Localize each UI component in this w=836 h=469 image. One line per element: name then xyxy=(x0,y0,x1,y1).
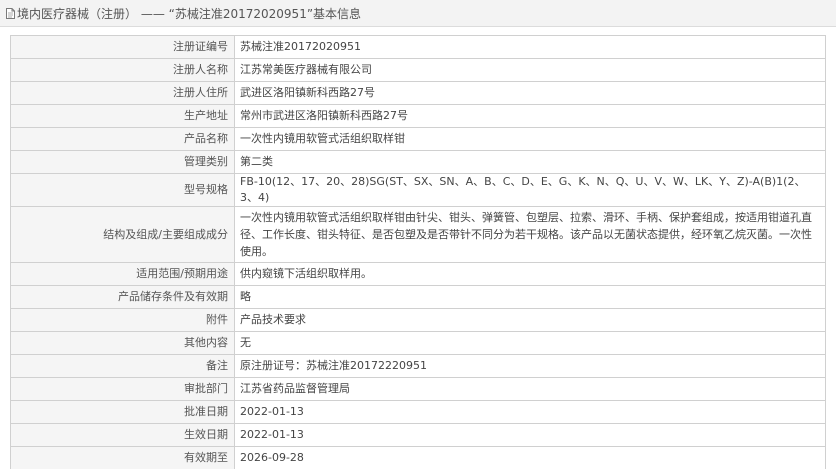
table-row: 生效日期 2022-01-13 xyxy=(10,423,826,447)
row-label: 有效期至 xyxy=(10,446,235,469)
row-value: 产品技术要求 xyxy=(234,308,826,332)
table-row: 管理类别 第二类 xyxy=(10,150,826,174)
row-value: 2022-01-13 xyxy=(234,400,826,424)
row-value: 江苏常美医疗器械有限公司 xyxy=(234,58,826,82)
table-row: 审批部门 江苏省药品监督管理局 xyxy=(10,377,826,401)
row-label: 生效日期 xyxy=(10,423,235,447)
row-label: 注册人名称 xyxy=(10,58,235,82)
row-value: 一次性内镜用软管式活组织取样钳 xyxy=(234,127,826,151)
row-value: 第二类 xyxy=(234,150,826,174)
row-label: 注册人住所 xyxy=(10,81,235,105)
table-row: 注册证编号 苏械注准20172020951 xyxy=(10,35,826,59)
row-value: 常州市武进区洛阳镇新科西路27号 xyxy=(234,104,826,128)
table-row: 型号规格 FB-10(12、17、20、28)SG(ST、SX、SN、A、B、C… xyxy=(10,173,826,207)
table-row: 适用范围/预期用途 供内窥镜下活组织取样用。 xyxy=(10,262,826,286)
page-title: 境内医疗器械（注册） —— “苏械注准20172020951”基本信息 xyxy=(17,6,362,21)
row-value: 2026-09-28 xyxy=(234,446,826,469)
table-row: 其他内容 无 xyxy=(10,331,826,355)
row-label: 产品储存条件及有效期 xyxy=(10,285,235,309)
row-label: 注册证编号 xyxy=(10,35,235,59)
row-value: FB-10(12、17、20、28)SG(ST、SX、SN、A、B、C、D、E、… xyxy=(234,173,826,207)
row-value: 苏械注准20172020951 xyxy=(234,35,826,59)
row-label: 生产地址 xyxy=(10,104,235,128)
row-value: 2022-01-13 xyxy=(234,423,826,447)
table-row: 结构及组成/主要组成成分 一次性内镜用软管式活组织取样钳由针尖、钳头、弹簧管、包… xyxy=(10,206,826,263)
table-row: 批准日期 2022-01-13 xyxy=(10,400,826,424)
table-row: 产品名称 一次性内镜用软管式活组织取样钳 xyxy=(10,127,826,151)
table-row: 注册人住所 武进区洛阳镇新科西路27号 xyxy=(10,81,826,105)
table-row: 生产地址 常州市武进区洛阳镇新科西路27号 xyxy=(10,104,826,128)
table-row: 备注 原注册证号：苏械注准20172220951 xyxy=(10,354,826,378)
detail-table: 注册证编号 苏械注准20172020951 注册人名称 江苏常美医疗器械有限公司… xyxy=(10,35,826,469)
row-value: 供内窥镜下活组织取样用。 xyxy=(234,262,826,286)
row-label: 批准日期 xyxy=(10,400,235,424)
row-value: 武进区洛阳镇新科西路27号 xyxy=(234,81,826,105)
table-row: 注册人名称 江苏常美医疗器械有限公司 xyxy=(10,58,826,82)
row-value: 无 xyxy=(234,331,826,355)
table-row: 有效期至 2026-09-28 xyxy=(10,446,826,469)
row-label: 产品名称 xyxy=(10,127,235,151)
row-label: 其他内容 xyxy=(10,331,235,355)
row-label: 适用范围/预期用途 xyxy=(10,262,235,286)
row-label: 管理类别 xyxy=(10,150,235,174)
detail-table-container: 注册证编号 苏械注准20172020951 注册人名称 江苏常美医疗器械有限公司… xyxy=(10,35,826,469)
row-value: 原注册证号：苏械注准20172220951 xyxy=(234,354,826,378)
row-value: 江苏省药品监督管理局 xyxy=(234,377,826,401)
row-label: 型号规格 xyxy=(10,173,235,207)
row-label: 审批部门 xyxy=(10,377,235,401)
row-label: 结构及组成/主要组成成分 xyxy=(10,206,235,263)
row-label: 备注 xyxy=(10,354,235,378)
table-row: 附件 产品技术要求 xyxy=(10,308,826,332)
row-value: 一次性内镜用软管式活组织取样钳由针尖、钳头、弹簧管、包塑层、拉索、滑环、手柄、保… xyxy=(234,206,826,263)
page-header: 境内医疗器械（注册） —— “苏械注准20172020951”基本信息 xyxy=(0,0,836,27)
row-label: 附件 xyxy=(10,308,235,332)
row-value: 略 xyxy=(234,285,826,309)
table-row: 产品储存条件及有效期 略 xyxy=(10,285,826,309)
document-icon xyxy=(6,7,15,19)
